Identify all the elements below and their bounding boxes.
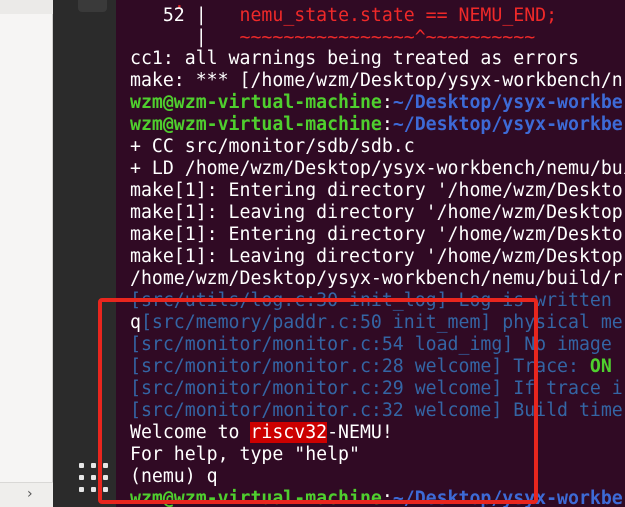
dock	[53, 0, 116, 507]
terminal-line: make[1]: Entering directory '/home/wzm/D…	[130, 224, 623, 245]
log-line: [src/utils/log.c:30 init_log] Log is wri…	[130, 290, 612, 311]
prompt-line: wzm@wzm-virtual-machine:~/Desktop/ysyx-w…	[130, 92, 623, 113]
terminal-line: /home/wzm/Desktop/ysyx-workbench/nemu/bu…	[130, 268, 623, 289]
terminal-line: make[1]: Entering directory '/home/wzm/D…	[130, 180, 623, 201]
terminal-line: + LD /home/wzm/Desktop/ysyx-workbench/ne…	[130, 158, 625, 179]
nemu-prompt-line: (nemu) q	[130, 466, 218, 487]
welcome-line: Welcome to riscv32-NEMU!	[130, 422, 393, 443]
log-line: [src/monitor/monitor.c:28 welcome] Trace…	[130, 356, 612, 377]
terminal-window[interactable]: . 52 | nemu_state.state == NEMU_END; | ~…	[116, 0, 625, 507]
log-line: [src/monitor/monitor.c:32 welcome] Build…	[130, 400, 623, 421]
prompt-line: wzm@wzm-virtual-machine:~/Desktop/ysyx-w…	[130, 114, 623, 135]
panel-header	[0, 0, 53, 14]
show-applications-icon[interactable]	[79, 463, 109, 493]
terminal-line: | ~~~~~~~~~~~~~~~~^~~~~~~~~~~	[195, 27, 536, 48]
terminal-line: cc1: all warnings being treated as error…	[130, 48, 579, 69]
log-line: [src/monitor/monitor.c:54 load_img] No i…	[130, 334, 612, 355]
terminal-line: make[1]: Leaving directory '/home/wzm/De…	[130, 202, 623, 223]
log-line: q[src/memory/paddr.c:50 init_mem] physic…	[130, 312, 623, 333]
terminal-line: + CC src/monitor/sdb/sdb.c	[130, 136, 415, 157]
side-panel: ›	[0, 0, 53, 507]
prompt-line: wzm@wzm-virtual-machine:~/Desktop/ysyx-w…	[130, 488, 623, 507]
dock-item[interactable]	[78, 0, 107, 12]
help-line: For help, type "help"	[130, 444, 360, 465]
terminal-line: make[1]: Leaving directory '/home/wzm/De…	[130, 246, 623, 267]
terminal-line: make: *** [/home/wzm/Desktop/ysyx-workbe…	[130, 70, 623, 91]
terminal-line: 52 | nemu_state.state == NEMU_END;	[162, 5, 558, 26]
log-line: [src/monitor/monitor.c:29 welcome] If tr…	[130, 378, 623, 399]
chevron-right-icon: ›	[27, 486, 33, 502]
expand-button[interactable]: ›	[0, 482, 53, 507]
